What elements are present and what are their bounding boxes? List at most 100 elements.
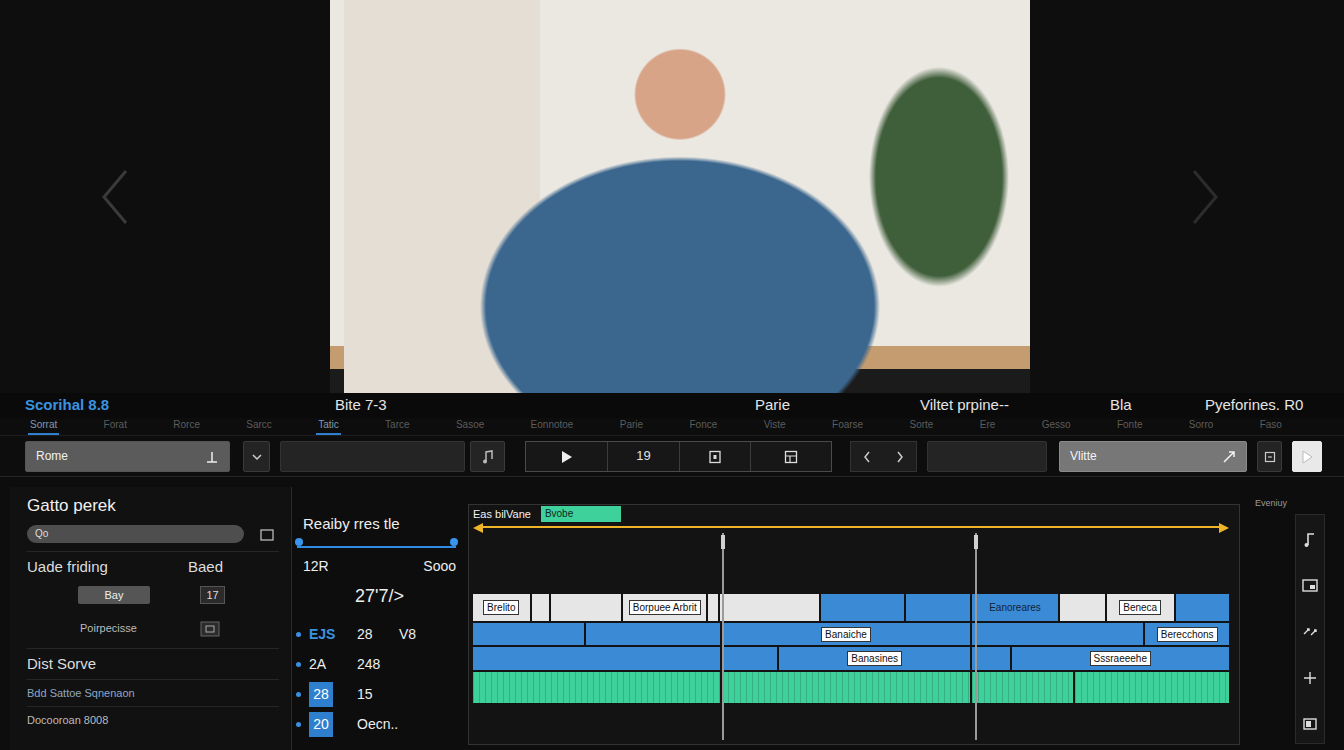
export-button[interactable] — [1257, 441, 1282, 472]
timeline-clip[interactable] — [708, 594, 718, 621]
previous-icon[interactable] — [100, 167, 130, 227]
link-icon[interactable] — [1302, 619, 1318, 643]
next-frame-button[interactable] — [884, 442, 917, 471]
slider-handle[interactable] — [450, 538, 458, 546]
timeline-clip[interactable] — [972, 623, 1143, 645]
apply-button[interactable]: Bay — [78, 586, 150, 604]
value-box[interactable]: 17 — [200, 586, 225, 604]
timeline-clip[interactable]: Sssraeeehe — [1012, 647, 1229, 670]
timeline-clip[interactable] — [532, 594, 549, 621]
search-field[interactable]: Qo — [27, 525, 244, 543]
note-icon[interactable] — [1302, 527, 1318, 551]
timeline-clip[interactable] — [1176, 594, 1230, 621]
source-field[interactable]: Rome — [25, 441, 230, 472]
tab[interactable]: Foarse — [830, 418, 865, 435]
timeline-clip[interactable]: Brelito — [473, 594, 530, 621]
tab[interactable]: Sarcc — [244, 418, 274, 435]
timeline-clip[interactable] — [972, 647, 1009, 670]
empty-field[interactable] — [280, 441, 465, 472]
render-button[interactable] — [1292, 441, 1322, 472]
property-cell[interactable]: EJS — [309, 624, 335, 645]
storage-icon[interactable] — [1302, 711, 1318, 735]
timeline-clip[interactable] — [473, 623, 584, 645]
tab[interactable]: Gesso — [1040, 418, 1073, 435]
clip-label[interactable]: Sssraeeehe — [1090, 651, 1151, 666]
tab[interactable]: Ere — [978, 418, 998, 435]
square-icon[interactable] — [260, 522, 274, 546]
timeline-clip[interactable]: Banaiche — [722, 623, 971, 645]
clip-label[interactable]: Banaiche — [821, 627, 871, 642]
previous-frame-button[interactable] — [851, 442, 884, 471]
property-cell[interactable]: 20 — [309, 712, 333, 737]
timeline-clip[interactable]: Borpuee Arbrit — [623, 594, 706, 621]
range-slider[interactable] — [297, 541, 456, 553]
timeline-clip[interactable] — [906, 594, 970, 621]
clip-label[interactable]: Beneca — [1119, 600, 1161, 615]
dropdown-button[interactable] — [243, 441, 270, 472]
timeline-clip[interactable] — [722, 672, 971, 703]
section-link[interactable]: Docooroan 8008 — [27, 706, 279, 729]
clip-label[interactable]: Brelito — [483, 600, 519, 615]
split-icon[interactable] — [1302, 665, 1318, 689]
timeline-clip[interactable] — [473, 672, 720, 703]
clip-label[interactable]: Banasines — [847, 651, 902, 666]
checkbox-icon[interactable] — [200, 616, 220, 640]
timeline-clip[interactable] — [722, 647, 777, 670]
timeline-clip[interactable] — [720, 594, 819, 621]
clip-label[interactable]: Eanoreares — [989, 600, 1041, 615]
tab[interactable]: Fonte — [1115, 418, 1145, 435]
timeline-clip[interactable]: Beneca — [1107, 594, 1174, 621]
screen-icon[interactable] — [1302, 573, 1318, 597]
timeline-clip[interactable] — [1075, 672, 1229, 703]
playhead[interactable] — [722, 533, 724, 740]
property-value[interactable]: Baed — [188, 556, 279, 578]
tab[interactable]: Sorro — [1187, 418, 1215, 435]
tab[interactable]: Sasoe — [454, 418, 486, 435]
tab[interactable]: Sorrat — [28, 418, 59, 435]
target-value[interactable]: Vlitte — [1070, 447, 1097, 465]
empty-field[interactable] — [927, 441, 1047, 472]
timeline-clip[interactable] — [473, 647, 720, 670]
tab[interactable]: Parie — [618, 418, 645, 435]
timeline-clip[interactable] — [1060, 594, 1104, 621]
play-button[interactable] — [526, 442, 608, 471]
property-cell[interactable]: V8 — [399, 624, 416, 645]
target-field[interactable]: Vlitte — [1059, 441, 1247, 472]
tab[interactable]: Faso — [1258, 418, 1284, 435]
property-cell[interactable]: 28 — [309, 682, 333, 707]
slider-handle[interactable] — [295, 538, 303, 546]
timeline-clip[interactable] — [551, 594, 622, 621]
property-item[interactable]: 2A 248 — [303, 649, 456, 679]
layout-button[interactable] — [751, 442, 831, 471]
audio-button[interactable] — [470, 441, 505, 472]
property-cell[interactable]: 248 — [357, 654, 380, 675]
property-cell[interactable]: Oecn.. — [357, 714, 398, 735]
clip-button[interactable] — [680, 442, 751, 471]
clip-label[interactable]: Borpuee Arbrit — [629, 600, 701, 615]
timeline-clip[interactable] — [586, 623, 720, 645]
source-value[interactable]: Rome — [36, 447, 68, 465]
tab[interactable]: Rorce — [171, 418, 202, 435]
timeline-tag[interactable]: Bvobe — [541, 506, 621, 522]
tab[interactable]: Eonnotoe — [529, 418, 576, 435]
property-item[interactable]: 28 15 — [303, 679, 456, 709]
tab[interactable]: Tarce — [383, 418, 411, 435]
timeline-clip[interactable]: Berecchons — [1145, 623, 1229, 645]
property-cell[interactable]: 28 — [357, 624, 373, 645]
property-cell[interactable]: 2A — [309, 654, 326, 675]
frame-counter[interactable]: 19 — [608, 442, 680, 471]
timeline-clip[interactable] — [821, 594, 904, 621]
tab[interactable]: Forat — [102, 418, 129, 435]
property-item[interactable]: 20 Oecn.. — [303, 709, 456, 739]
playhead[interactable] — [975, 533, 977, 740]
timeline-clip[interactable]: Eanoreares — [972, 594, 1059, 621]
tab[interactable]: Fonce — [687, 418, 719, 435]
clip-label[interactable]: Berecchons — [1157, 627, 1218, 642]
property-cell[interactable]: 15 — [357, 684, 373, 705]
timeline-clip[interactable]: Banasines — [779, 647, 970, 670]
next-icon[interactable] — [1190, 167, 1220, 227]
section-link[interactable]: Bdd Sattoe Sqnenaon — [27, 679, 279, 702]
tab[interactable]: Tatic — [316, 418, 341, 435]
timeline-clip[interactable] — [972, 672, 1073, 703]
tab[interactable]: Sorte — [908, 418, 936, 435]
